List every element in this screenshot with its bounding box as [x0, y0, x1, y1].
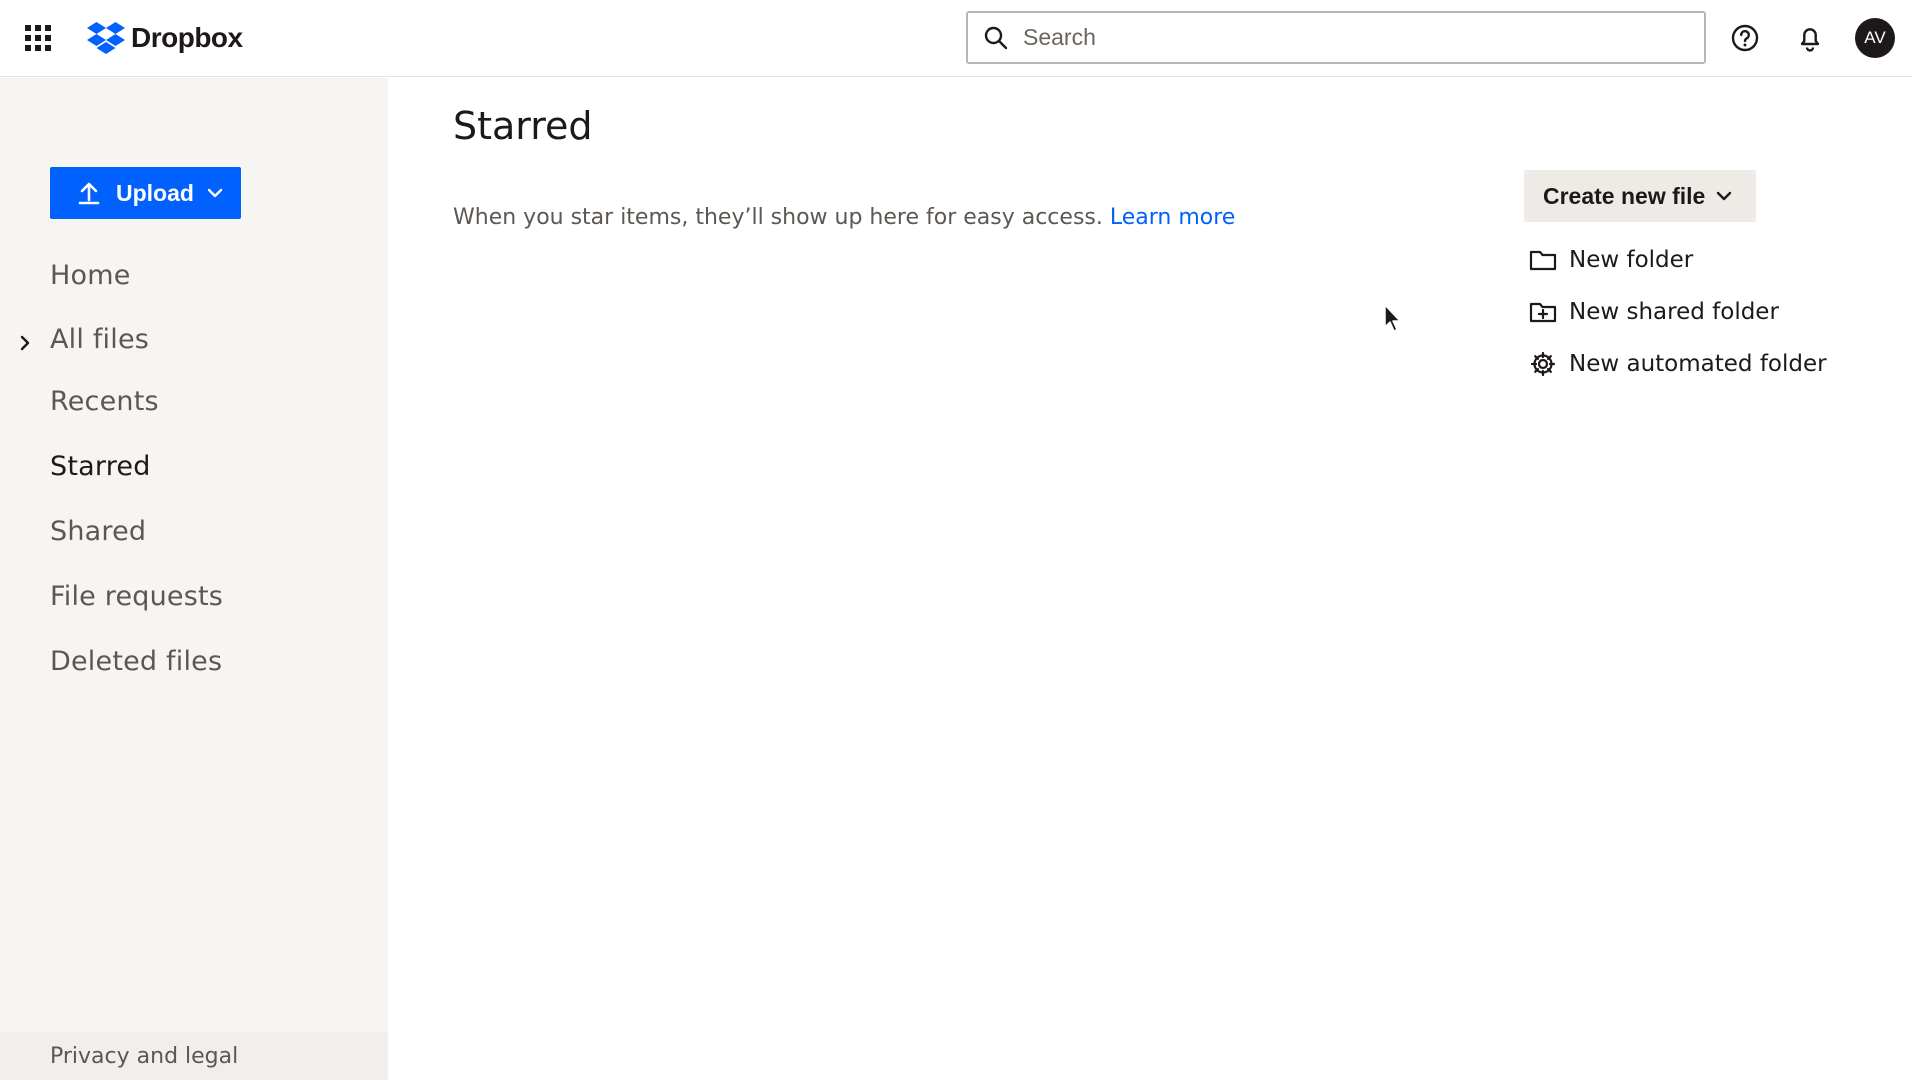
chevron-right-icon[interactable] [16, 334, 34, 352]
sidebar-item-starred[interactable]: Starred [50, 451, 151, 482]
dropbox-logo[interactable]: Dropbox [87, 20, 243, 56]
upload-label: Upload [116, 179, 194, 206]
sidebar: Upload Home All files Recents Starred Sh… [0, 78, 388, 1080]
shared-folder-icon [1529, 302, 1557, 323]
learn-more-link[interactable]: Learn more [1110, 205, 1235, 230]
sidebar-footer: Privacy and legal [0, 1032, 388, 1080]
upload-arrow-icon [78, 182, 100, 205]
folder-icon [1529, 250, 1557, 271]
help-icon[interactable] [1728, 21, 1762, 55]
create-new-file-label: Create new file [1543, 182, 1706, 209]
avatar[interactable]: AV [1855, 18, 1895, 58]
logo-text: Dropbox [131, 22, 243, 53]
empty-state-message: When you star items, they’ll show up her… [453, 205, 1235, 230]
new-shared-folder-label: New shared folder [1569, 299, 1779, 325]
dropbox-logo-icon [87, 22, 125, 54]
apps-grid-icon[interactable] [20, 22, 56, 54]
empty-state-text: When you star items, they’ll show up her… [453, 205, 1103, 230]
search-bar[interactable] [966, 11, 1706, 64]
chevron-down-icon [1717, 191, 1732, 201]
search-icon [984, 26, 1008, 49]
sidebar-item-home[interactable]: Home [50, 260, 131, 291]
new-folder-label: New folder [1569, 247, 1694, 273]
sidebar-item-all-files[interactable]: All files [50, 324, 149, 355]
create-new-file-button[interactable]: Create new file [1524, 170, 1756, 222]
sidebar-item-file-requests[interactable]: File requests [50, 581, 223, 612]
page-title: Starred [453, 104, 593, 148]
mouse-cursor-icon [1384, 304, 1401, 332]
new-automated-folder-label: New automated folder [1569, 351, 1827, 377]
top-bar: Dropbox AV [0, 0, 1912, 77]
automated-folder-icon [1530, 351, 1556, 377]
main-content: Starred When you star items, they’ll sho… [388, 78, 1912, 1080]
sidebar-item-deleted-files[interactable]: Deleted files [50, 646, 222, 677]
new-automated-folder-button[interactable]: New automated folder [1528, 347, 1827, 381]
upload-button[interactable]: Upload [50, 167, 241, 219]
new-folder-button[interactable]: New folder [1528, 243, 1693, 277]
privacy-and-legal-link[interactable]: Privacy and legal [50, 1044, 238, 1069]
bell-icon[interactable] [1793, 21, 1827, 55]
chevron-down-icon [207, 188, 223, 198]
search-input[interactable] [1023, 24, 1663, 51]
sidebar-item-recents[interactable]: Recents [50, 386, 159, 417]
sidebar-item-shared[interactable]: Shared [50, 516, 146, 547]
new-shared-folder-button[interactable]: New shared folder [1528, 295, 1779, 329]
